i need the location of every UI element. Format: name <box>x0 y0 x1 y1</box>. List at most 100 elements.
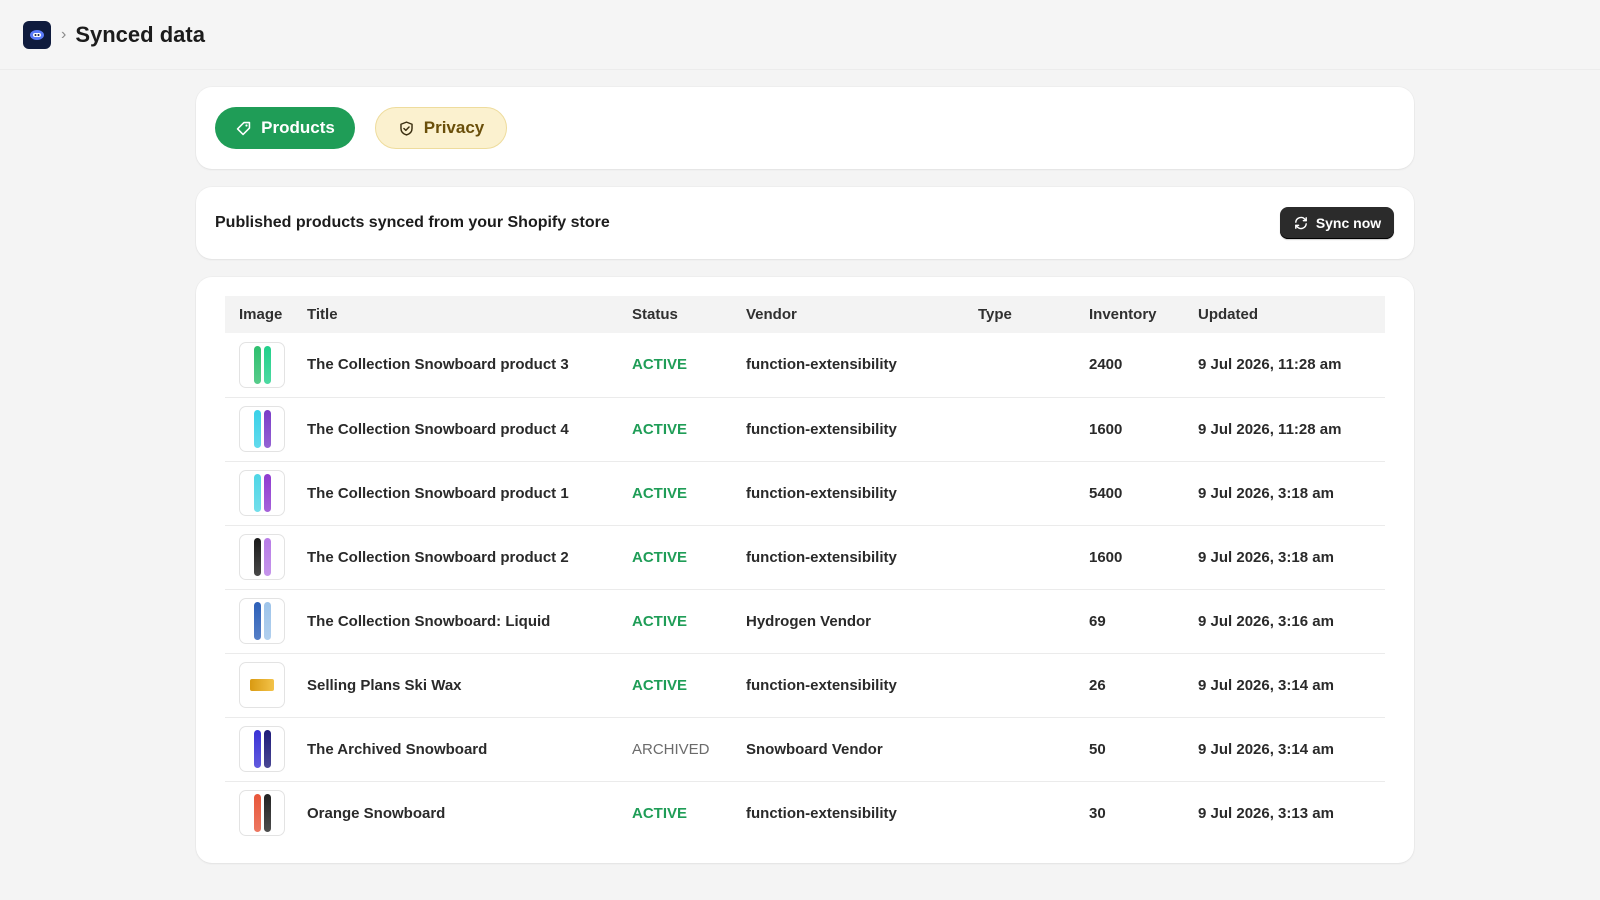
table-row[interactable]: The Collection Snowboard product 1 ACTIVE… <box>225 461 1385 526</box>
page-title: Synced data <box>75 21 205 47</box>
product-title[interactable]: The Collection Snowboard product 2 <box>307 525 632 590</box>
refresh-icon <box>1294 216 1307 230</box>
product-type <box>978 653 1089 718</box>
tab-privacy-label: Privacy <box>423 118 485 137</box>
table-row[interactable]: The Collection Snowboard product 4 ACTIVE… <box>225 397 1385 462</box>
shield-check-icon <box>400 120 413 136</box>
column-header-inventory[interactable]: Inventory <box>1089 296 1198 333</box>
product-vendor: function-extensibility <box>746 461 978 526</box>
column-header-vendor[interactable]: Vendor <box>746 296 978 333</box>
product-updated: 9 Jul 2026, 3:13 am <box>1198 804 1334 822</box>
table-row[interactable]: The Collection Snowboard product 2 ACTIVE… <box>225 525 1385 590</box>
product-updated: 9 Jul 2026, 11:28 am <box>1198 333 1385 398</box>
product-image-cell <box>225 781 307 845</box>
status-badge: ACTIVE <box>632 525 746 590</box>
product-thumbnail[interactable] <box>239 470 285 516</box>
product-updated: 9 Jul 2026, 11:28 am <box>1198 397 1385 462</box>
wax-image <box>250 679 274 691</box>
section-header-card: Published products synced from your Shop… <box>196 187 1414 259</box>
product-vendor: Snowboard Vendor <box>746 717 978 782</box>
product-inventory: 30 <box>1089 804 1106 822</box>
product-vendor: Hydrogen Vendor <box>746 589 978 654</box>
sync-now-label: Sync now <box>1315 215 1382 231</box>
product-thumbnail[interactable] <box>239 662 285 708</box>
product-updated: 9 Jul 2026, 3:18 am <box>1198 461 1385 526</box>
status-badge: ACTIVE <box>632 589 746 654</box>
column-header-title[interactable]: Title <box>307 296 632 333</box>
table-row[interactable]: The Archived Snowboard ARCHIVED Snowboard … <box>225 717 1385 782</box>
table-row[interactable]: Orange Snowboard ACTIVE function-extensibi… <box>225 781 1385 845</box>
product-image-cell <box>225 653 307 718</box>
products-table: Image Title Status Vendor Type Inventory… <box>225 296 1385 845</box>
product-title[interactable]: The Collection Snowboard: Liquid <box>307 589 632 654</box>
product-title[interactable]: Selling Plans Ski Wax <box>307 653 632 718</box>
product-inventory: 69 <box>1089 589 1198 654</box>
status-badge: ACTIVE <box>632 333 746 398</box>
table-row[interactable]: The Collection Snowboard product 3 ACTIVE… <box>225 333 1385 398</box>
product-image-cell <box>225 525 307 590</box>
product-inventory: 1600 <box>1089 397 1198 462</box>
product-image-cell <box>225 589 307 654</box>
table-header-row: Image Title Status Vendor Type Inventory… <box>225 296 1385 333</box>
product-type <box>978 333 1089 398</box>
snowboard-image <box>253 474 261 512</box>
status-badge: ACTIVE <box>632 461 746 526</box>
breadcrumb-separator: › <box>61 25 67 43</box>
table-row[interactable]: The Collection Snowboard: Liquid ACTIVE Hy… <box>225 589 1385 654</box>
product-thumbnail[interactable] <box>239 726 285 772</box>
product-inventory: 1600 <box>1089 525 1198 590</box>
product-vendor: function-extensibility <box>746 333 978 398</box>
snowboard-image <box>263 538 271 576</box>
snowboard-image <box>253 345 261 384</box>
top-bar: › Synced data <box>0 0 1600 70</box>
product-inventory: 5400 <box>1089 461 1198 526</box>
product-image-cell <box>225 333 307 398</box>
table-row[interactable]: Selling Plans Ski Wax ACTIVE function-exte… <box>225 653 1385 718</box>
product-inventory: 2400 <box>1089 333 1198 398</box>
product-inventory: 50 <box>1089 717 1198 782</box>
app-logo-icon[interactable] <box>23 20 51 49</box>
product-type <box>978 589 1089 654</box>
tag-icon <box>236 121 251 135</box>
tab-products[interactable]: Products <box>215 107 355 149</box>
product-type <box>978 781 1089 845</box>
tab-products-label: Products <box>261 118 335 137</box>
product-thumbnail[interactable] <box>239 790 285 837</box>
status-badge: ACTIVE <box>632 397 746 462</box>
column-header-image[interactable]: Image <box>225 296 307 333</box>
product-type <box>978 717 1089 782</box>
product-title[interactable]: The Collection Snowboard product 1 <box>307 461 632 526</box>
tab-privacy[interactable]: Privacy <box>375 107 507 149</box>
snowboard-image <box>263 410 271 448</box>
product-updated: 9 Jul 2026, 3:18 am <box>1198 525 1385 590</box>
snowboard-image <box>253 794 261 833</box>
tabs-card: Products Privacy <box>196 87 1414 169</box>
product-updated: 9 Jul 2026, 3:14 am <box>1198 717 1385 782</box>
product-thumbnail[interactable] <box>239 534 285 580</box>
product-title[interactable]: The Collection Snowboard product 4 <box>307 397 632 462</box>
column-header-status[interactable]: Status <box>632 296 746 333</box>
product-type <box>978 397 1089 462</box>
product-thumbnail[interactable] <box>239 341 285 388</box>
product-title[interactable]: The Archived Snowboard <box>307 717 632 782</box>
product-vendor: function-extensibility <box>746 653 978 718</box>
product-vendor: function-extensibility <box>746 397 978 462</box>
snowboard-image <box>253 538 261 576</box>
status-badge: ACTIVE <box>632 804 688 822</box>
snowboard-image <box>263 474 271 512</box>
product-image-cell <box>225 461 307 526</box>
status-badge: ARCHIVED <box>632 717 746 782</box>
product-title[interactable]: Orange Snowboard <box>307 781 632 845</box>
product-thumbnail[interactable] <box>239 598 285 644</box>
product-vendor: function-extensibility <box>746 525 978 590</box>
column-header-updated[interactable]: Updated <box>1198 296 1385 333</box>
snowboard-image <box>253 730 261 768</box>
product-title[interactable]: The Collection Snowboard product 3 <box>307 333 632 398</box>
product-thumbnail[interactable] <box>239 406 285 452</box>
section-description: Published products synced from your Shop… <box>215 214 610 231</box>
column-header-type[interactable]: Type <box>978 296 1089 333</box>
sync-now-button[interactable]: Sync now <box>1280 207 1394 239</box>
product-inventory: 26 <box>1089 653 1198 718</box>
status-badge: ACTIVE <box>632 653 746 718</box>
snowboard-image <box>253 602 261 640</box>
